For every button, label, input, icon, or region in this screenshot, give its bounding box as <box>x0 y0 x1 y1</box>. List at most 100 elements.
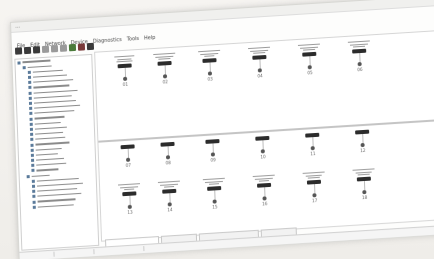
connector-line <box>209 62 211 72</box>
device-node[interactable]: 13 <box>110 182 149 217</box>
node-number: 15 <box>212 204 218 210</box>
port-icon <box>127 204 132 210</box>
node-number: 09 <box>210 157 216 163</box>
connector-line <box>124 68 126 78</box>
port-icon <box>257 68 262 73</box>
device-label <box>116 60 133 63</box>
node-number: 13 <box>127 209 133 216</box>
port-icon <box>212 199 217 204</box>
network-diagram[interactable]: 01 02 03 04 05 06 07 08 09 10 11 12 13 14 15 16 17 18 <box>94 28 434 242</box>
port-icon <box>310 146 315 151</box>
node-number: 06 <box>357 67 363 73</box>
device-node[interactable]: 06 <box>340 39 379 74</box>
device-label <box>124 188 135 191</box>
device-node[interactable]: 03 <box>190 48 229 83</box>
device-node[interactable]: 01 <box>105 54 144 89</box>
connector-line <box>127 148 129 158</box>
disconnect-icon[interactable] <box>77 43 86 51</box>
device-tree[interactable] <box>14 53 100 251</box>
connector-line <box>363 181 365 191</box>
connector-line <box>261 140 264 150</box>
open-icon[interactable] <box>23 46 32 55</box>
device-label <box>307 176 320 179</box>
device-node[interactable]: 15 <box>195 176 234 211</box>
device-icon <box>32 205 36 209</box>
device-label <box>155 55 174 58</box>
connector-line <box>258 59 261 69</box>
device-label <box>258 180 269 182</box>
device-label <box>250 49 269 52</box>
device-label <box>164 186 175 188</box>
device-label <box>357 173 370 176</box>
cut-icon[interactable] <box>41 45 50 54</box>
device-label <box>254 177 273 180</box>
port-icon <box>362 190 367 195</box>
device-label <box>158 58 171 60</box>
save-icon[interactable] <box>32 46 41 54</box>
device-node[interactable]: 08 <box>148 139 187 166</box>
new-icon[interactable] <box>14 47 23 55</box>
connector-line <box>308 56 311 66</box>
device-node[interactable]: 09 <box>193 136 232 163</box>
device-label <box>253 52 266 54</box>
node-number: 08 <box>165 160 171 166</box>
device-node[interactable]: 16 <box>245 173 284 208</box>
port-icon <box>260 149 265 154</box>
device-node[interactable]: 18 <box>345 167 384 202</box>
device-node[interactable]: 14 <box>150 179 189 214</box>
photo-backdrop: … FileEditNetworkDeviceDiagnosticsToolsH… <box>0 0 434 259</box>
device-label <box>160 183 179 186</box>
device-label <box>353 45 366 48</box>
node-number: 14 <box>167 207 173 213</box>
connector-line <box>311 137 314 147</box>
connector-line <box>164 65 166 75</box>
device-label <box>349 43 368 46</box>
device-label <box>209 183 220 185</box>
port-icon <box>123 76 128 82</box>
connector-line <box>128 195 131 206</box>
port-icon <box>167 202 172 207</box>
port-icon <box>262 196 267 201</box>
status-field <box>113 246 145 253</box>
device-node[interactable]: 07 <box>109 142 148 169</box>
node-number: 11 <box>310 151 316 157</box>
device-node[interactable]: 04 <box>240 45 279 80</box>
connector-line <box>361 134 364 144</box>
device-label <box>204 55 215 58</box>
port-icon <box>126 157 131 162</box>
connector-line <box>212 143 214 153</box>
node-number: 17 <box>311 198 318 204</box>
device-node[interactable]: 05 <box>290 42 329 77</box>
node-number: 10 <box>260 154 266 160</box>
device-node[interactable]: 02 <box>145 51 184 86</box>
refresh-icon[interactable] <box>86 42 95 51</box>
port-icon <box>307 65 312 70</box>
device-node[interactable]: 12 <box>343 127 382 154</box>
status-field <box>73 249 95 256</box>
paste-icon[interactable] <box>59 44 68 52</box>
port-icon <box>165 155 171 160</box>
device-label <box>300 46 319 49</box>
port-icon <box>210 152 215 157</box>
device-label <box>204 180 223 183</box>
node-number: 07 <box>125 162 132 169</box>
tree-item-label <box>37 204 74 208</box>
port-icon <box>360 142 365 148</box>
connector-line <box>263 187 265 197</box>
copy-icon[interactable] <box>50 45 59 53</box>
node-number: 02 <box>162 79 169 85</box>
port-icon <box>312 193 317 198</box>
node-number: 16 <box>261 201 268 207</box>
window-title: … <box>15 23 21 30</box>
device-node[interactable]: 10 <box>243 133 282 160</box>
device-node[interactable]: 11 <box>293 130 332 157</box>
device-node[interactable]: 17 <box>295 170 334 205</box>
connector-line <box>358 53 361 63</box>
connector-line <box>168 193 171 203</box>
node-number: 03 <box>207 76 213 82</box>
status-field <box>23 251 55 259</box>
node-number: 04 <box>257 73 263 79</box>
connect-icon[interactable] <box>68 43 77 52</box>
app-window: … FileEditNetworkDeviceDiagnosticsToolsH… <box>10 0 434 259</box>
port-icon <box>357 62 362 67</box>
